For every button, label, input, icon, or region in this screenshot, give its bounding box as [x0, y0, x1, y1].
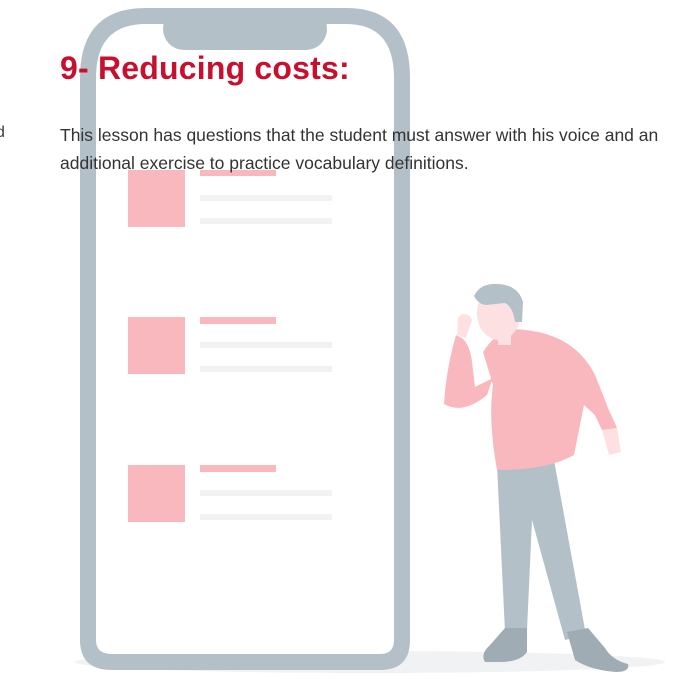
phone-notch — [163, 8, 327, 50]
clipped-left-column-text: d — [0, 124, 5, 141]
phone-person-illustration — [75, 8, 665, 673]
lesson-description: This lesson has questions that the stude… — [60, 125, 659, 173]
lesson-title: 9- Reducing costs: — [60, 50, 350, 86]
person-figure — [444, 283, 629, 672]
